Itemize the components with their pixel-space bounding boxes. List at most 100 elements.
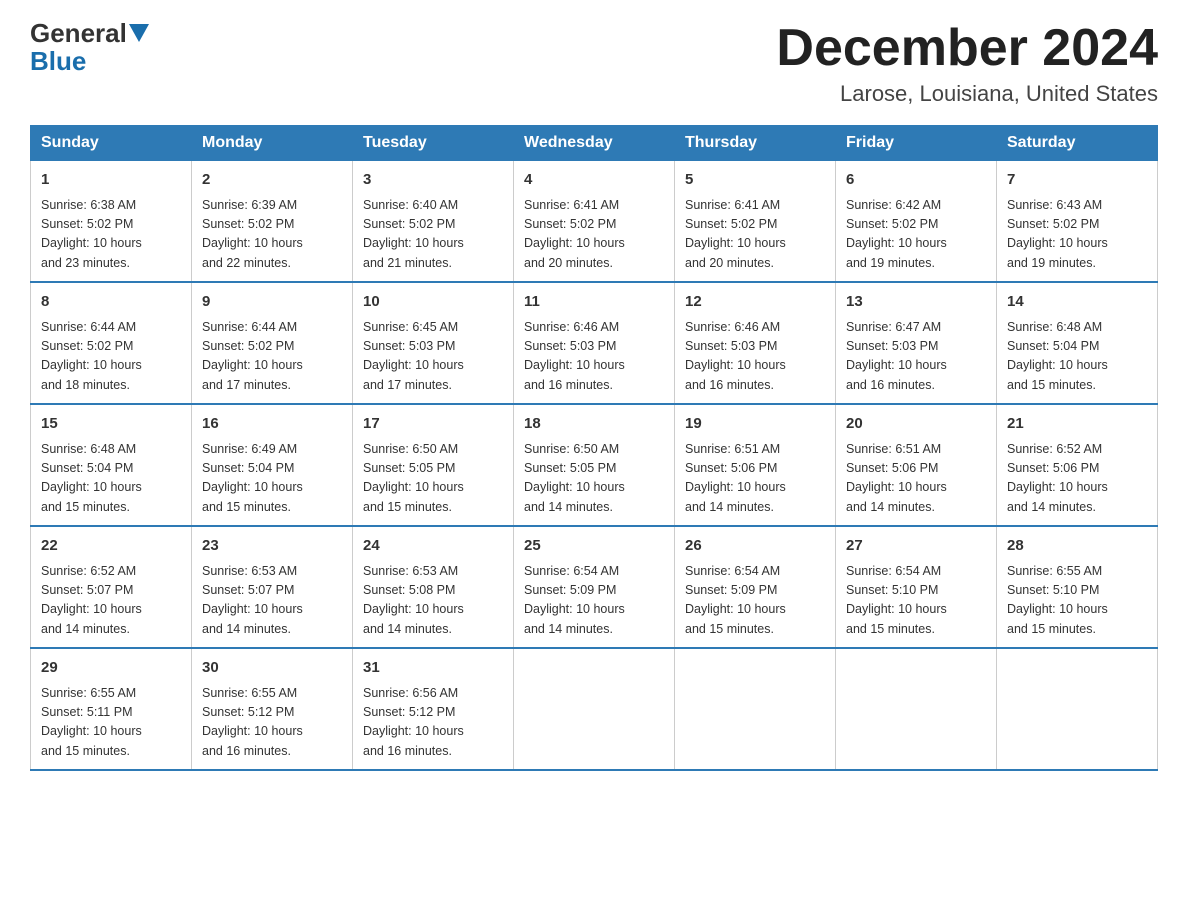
day-info: Sunrise: 6:39 AMSunset: 5:02 PMDaylight:… [202, 196, 342, 274]
calendar-cell: 3 Sunrise: 6:40 AMSunset: 5:02 PMDayligh… [353, 161, 514, 283]
day-info: Sunrise: 6:44 AMSunset: 5:02 PMDaylight:… [41, 318, 181, 396]
header-friday: Friday [836, 126, 997, 161]
calendar-cell: 15 Sunrise: 6:48 AMSunset: 5:04 PMDaylig… [31, 404, 192, 526]
day-info: Sunrise: 6:46 AMSunset: 5:03 PMDaylight:… [685, 318, 825, 396]
day-info: Sunrise: 6:52 AMSunset: 5:07 PMDaylight:… [41, 562, 181, 640]
calendar-cell: 30 Sunrise: 6:55 AMSunset: 5:12 PMDaylig… [192, 648, 353, 770]
calendar-cell: 1 Sunrise: 6:38 AMSunset: 5:02 PMDayligh… [31, 161, 192, 283]
day-info: Sunrise: 6:41 AMSunset: 5:02 PMDaylight:… [685, 196, 825, 274]
day-number: 2 [202, 169, 342, 192]
day-number: 22 [41, 535, 181, 558]
calendar-cell: 16 Sunrise: 6:49 AMSunset: 5:04 PMDaylig… [192, 404, 353, 526]
day-info: Sunrise: 6:41 AMSunset: 5:02 PMDaylight:… [524, 196, 664, 274]
day-number: 19 [685, 413, 825, 436]
day-info: Sunrise: 6:50 AMSunset: 5:05 PMDaylight:… [524, 440, 664, 518]
day-number: 20 [846, 413, 986, 436]
day-info: Sunrise: 6:54 AMSunset: 5:09 PMDaylight:… [685, 562, 825, 640]
day-info: Sunrise: 6:48 AMSunset: 5:04 PMDaylight:… [1007, 318, 1147, 396]
calendar-cell [514, 648, 675, 770]
day-number: 31 [363, 657, 503, 680]
day-number: 21 [1007, 413, 1147, 436]
calendar-cell: 11 Sunrise: 6:46 AMSunset: 5:03 PMDaylig… [514, 282, 675, 404]
calendar-cell: 29 Sunrise: 6:55 AMSunset: 5:11 PMDaylig… [31, 648, 192, 770]
day-info: Sunrise: 6:42 AMSunset: 5:02 PMDaylight:… [846, 196, 986, 274]
calendar-cell: 7 Sunrise: 6:43 AMSunset: 5:02 PMDayligh… [997, 161, 1158, 283]
calendar-cell: 17 Sunrise: 6:50 AMSunset: 5:05 PMDaylig… [353, 404, 514, 526]
day-number: 4 [524, 169, 664, 192]
day-info: Sunrise: 6:44 AMSunset: 5:02 PMDaylight:… [202, 318, 342, 396]
day-number: 26 [685, 535, 825, 558]
day-info: Sunrise: 6:55 AMSunset: 5:12 PMDaylight:… [202, 684, 342, 762]
calendar-cell: 24 Sunrise: 6:53 AMSunset: 5:08 PMDaylig… [353, 526, 514, 648]
page-header: General Blue December 2024 Larose, Louis… [30, 20, 1158, 107]
day-info: Sunrise: 6:45 AMSunset: 5:03 PMDaylight:… [363, 318, 503, 396]
day-number: 27 [846, 535, 986, 558]
calendar-cell: 23 Sunrise: 6:53 AMSunset: 5:07 PMDaylig… [192, 526, 353, 648]
day-info: Sunrise: 6:46 AMSunset: 5:03 PMDaylight:… [524, 318, 664, 396]
day-number: 14 [1007, 291, 1147, 314]
day-info: Sunrise: 6:50 AMSunset: 5:05 PMDaylight:… [363, 440, 503, 518]
header-monday: Monday [192, 126, 353, 161]
calendar-cell: 20 Sunrise: 6:51 AMSunset: 5:06 PMDaylig… [836, 404, 997, 526]
day-info: Sunrise: 6:51 AMSunset: 5:06 PMDaylight:… [685, 440, 825, 518]
day-info: Sunrise: 6:49 AMSunset: 5:04 PMDaylight:… [202, 440, 342, 518]
day-number: 28 [1007, 535, 1147, 558]
day-info: Sunrise: 6:55 AMSunset: 5:11 PMDaylight:… [41, 684, 181, 762]
day-number: 23 [202, 535, 342, 558]
logo-blue-text: Blue [30, 46, 86, 76]
calendar-cell: 8 Sunrise: 6:44 AMSunset: 5:02 PMDayligh… [31, 282, 192, 404]
calendar-body: 1 Sunrise: 6:38 AMSunset: 5:02 PMDayligh… [31, 161, 1158, 771]
calendar-week-3: 15 Sunrise: 6:48 AMSunset: 5:04 PMDaylig… [31, 404, 1158, 526]
calendar-week-2: 8 Sunrise: 6:44 AMSunset: 5:02 PMDayligh… [31, 282, 1158, 404]
day-number: 24 [363, 535, 503, 558]
calendar-cell: 13 Sunrise: 6:47 AMSunset: 5:03 PMDaylig… [836, 282, 997, 404]
calendar-cell: 22 Sunrise: 6:52 AMSunset: 5:07 PMDaylig… [31, 526, 192, 648]
calendar-cell: 18 Sunrise: 6:50 AMSunset: 5:05 PMDaylig… [514, 404, 675, 526]
day-number: 13 [846, 291, 986, 314]
calendar-cell [997, 648, 1158, 770]
day-info: Sunrise: 6:53 AMSunset: 5:08 PMDaylight:… [363, 562, 503, 640]
day-number: 11 [524, 291, 664, 314]
calendar-cell: 31 Sunrise: 6:56 AMSunset: 5:12 PMDaylig… [353, 648, 514, 770]
logo-triangle-icon [129, 24, 149, 42]
day-info: Sunrise: 6:47 AMSunset: 5:03 PMDaylight:… [846, 318, 986, 396]
day-number: 8 [41, 291, 181, 314]
calendar-cell: 2 Sunrise: 6:39 AMSunset: 5:02 PMDayligh… [192, 161, 353, 283]
day-info: Sunrise: 6:56 AMSunset: 5:12 PMDaylight:… [363, 684, 503, 762]
day-number: 7 [1007, 169, 1147, 192]
calendar-header: Sunday Monday Tuesday Wednesday Thursday… [31, 126, 1158, 161]
header-thursday: Thursday [675, 126, 836, 161]
calendar-cell: 25 Sunrise: 6:54 AMSunset: 5:09 PMDaylig… [514, 526, 675, 648]
location-label: Larose, Louisiana, United States [776, 81, 1158, 107]
calendar-cell: 21 Sunrise: 6:52 AMSunset: 5:06 PMDaylig… [997, 404, 1158, 526]
calendar-cell: 10 Sunrise: 6:45 AMSunset: 5:03 PMDaylig… [353, 282, 514, 404]
day-number: 5 [685, 169, 825, 192]
day-info: Sunrise: 6:38 AMSunset: 5:02 PMDaylight:… [41, 196, 181, 274]
day-number: 15 [41, 413, 181, 436]
day-info: Sunrise: 6:55 AMSunset: 5:10 PMDaylight:… [1007, 562, 1147, 640]
day-info: Sunrise: 6:51 AMSunset: 5:06 PMDaylight:… [846, 440, 986, 518]
calendar-week-1: 1 Sunrise: 6:38 AMSunset: 5:02 PMDayligh… [31, 161, 1158, 283]
day-number: 1 [41, 169, 181, 192]
header-wednesday: Wednesday [514, 126, 675, 161]
day-info: Sunrise: 6:54 AMSunset: 5:10 PMDaylight:… [846, 562, 986, 640]
calendar-cell: 19 Sunrise: 6:51 AMSunset: 5:06 PMDaylig… [675, 404, 836, 526]
day-number: 6 [846, 169, 986, 192]
day-info: Sunrise: 6:53 AMSunset: 5:07 PMDaylight:… [202, 562, 342, 640]
header-tuesday: Tuesday [353, 126, 514, 161]
day-info: Sunrise: 6:48 AMSunset: 5:04 PMDaylight:… [41, 440, 181, 518]
calendar-week-4: 22 Sunrise: 6:52 AMSunset: 5:07 PMDaylig… [31, 526, 1158, 648]
day-number: 10 [363, 291, 503, 314]
calendar-cell: 26 Sunrise: 6:54 AMSunset: 5:09 PMDaylig… [675, 526, 836, 648]
calendar-cell: 4 Sunrise: 6:41 AMSunset: 5:02 PMDayligh… [514, 161, 675, 283]
calendar-cell: 5 Sunrise: 6:41 AMSunset: 5:02 PMDayligh… [675, 161, 836, 283]
day-info: Sunrise: 6:54 AMSunset: 5:09 PMDaylight:… [524, 562, 664, 640]
logo: General Blue [30, 20, 151, 77]
day-number: 30 [202, 657, 342, 680]
header-sunday: Sunday [31, 126, 192, 161]
calendar-cell [836, 648, 997, 770]
calendar-table: Sunday Monday Tuesday Wednesday Thursday… [30, 125, 1158, 771]
day-number: 25 [524, 535, 664, 558]
header-saturday: Saturday [997, 126, 1158, 161]
day-number: 3 [363, 169, 503, 192]
